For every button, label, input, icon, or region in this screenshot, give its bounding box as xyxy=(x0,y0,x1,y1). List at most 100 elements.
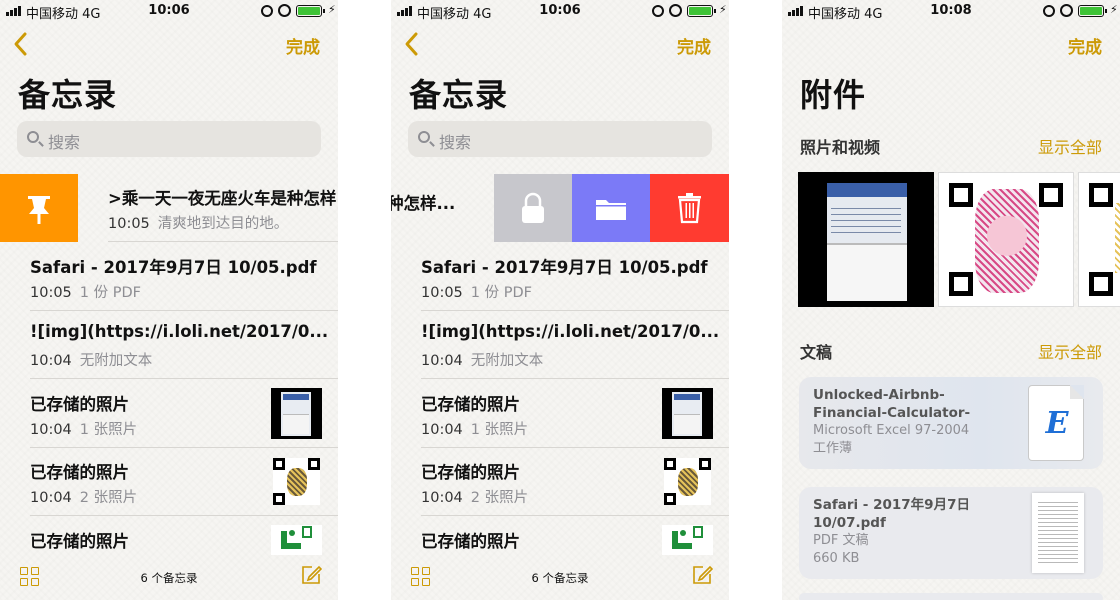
seat-icon-thumbnail xyxy=(271,525,322,555)
notes-list-screen: 中国移动 4G 10:06 ⚡ 完成 备忘录 搜索 >乘一天一夜无座火车是种怎样… xyxy=(0,0,338,600)
photo-thumbnail[interactable] xyxy=(798,172,934,307)
search-placeholder: 搜索 xyxy=(48,133,81,152)
note-time: 10:05 xyxy=(30,285,72,301)
note-time: 10:04 xyxy=(421,353,463,369)
photo-thumbnail[interactable] xyxy=(1078,172,1120,307)
list-item-note[interactable]: 已存储的照片 10:04 2 张照片 xyxy=(391,448,729,516)
notes-swipe-actions-screen: 中国移动 4G 10:06 ⚡ 完成 备忘录 搜索 种怎样... Safari … xyxy=(391,0,729,600)
note-time: 10:05 xyxy=(421,285,463,301)
compose-icon[interactable] xyxy=(691,564,713,586)
seat-icon xyxy=(281,526,312,549)
lock-button[interactable] xyxy=(494,174,572,242)
note-desc: 1 张照片 xyxy=(470,422,529,438)
delete-button[interactable] xyxy=(650,174,729,242)
note-title: 已存储的照片 xyxy=(30,463,129,482)
document-type-secondary: 工作薄 xyxy=(813,441,853,456)
note-title: Safari - 2017年9月7日 10/05.pdf xyxy=(421,258,708,277)
divider xyxy=(421,378,729,379)
status-bar: 中国移动 4G 10:06 ⚡ xyxy=(0,0,338,22)
note-desc: 无附加文本 xyxy=(79,353,153,369)
note-time: 10:04 xyxy=(30,490,72,506)
list-item-note[interactable]: 已存储的照片 10:04 1 张照片 xyxy=(0,380,338,448)
note-desc: 2 张照片 xyxy=(79,490,138,506)
list-item-note[interactable]: Safari - 2017年9月7日 10/05.pdf 10:05 1 份 PD… xyxy=(0,243,338,311)
note-title: 已存储的照片 xyxy=(421,463,520,482)
alarm-icon xyxy=(1060,4,1073,17)
note-title: >乘一天一夜无座火车是种怎样... xyxy=(108,189,338,208)
seat-icon xyxy=(672,526,703,549)
orientation-lock-icon xyxy=(261,5,273,17)
document-card[interactable]: Safari - 2017年9月7日 10/07.pdf PDF 文稿 660 … xyxy=(799,487,1103,579)
document-name: Unlocked-Airbnb-Financial-Calculator- xyxy=(813,387,971,421)
photos-show-all-link[interactable]: 显示全部 xyxy=(1038,134,1102,158)
qr-art-thumbnail xyxy=(273,458,320,505)
list-item-note[interactable]: 已存储的照片 10:04 2 张照片 xyxy=(0,448,338,516)
divider xyxy=(30,378,338,379)
pin-button[interactable] xyxy=(0,174,78,242)
orientation-lock-icon xyxy=(1043,5,1055,17)
search-icon xyxy=(418,131,430,143)
page-title: 备忘录 xyxy=(409,76,509,114)
document-card-partial xyxy=(799,593,1103,600)
alarm-icon xyxy=(278,4,291,17)
note-time: 10:04 xyxy=(30,353,72,369)
pin-icon xyxy=(28,196,50,224)
attachments-screen: 中国移动 4G 10:08 ⚡ 完成 附件 照片和视频 显示全部 文稿 显示全部… xyxy=(782,0,1120,600)
done-button[interactable]: 完成 xyxy=(1068,33,1102,58)
bolt-icon: ⚡ xyxy=(719,3,727,16)
boarding-card-thumbnail xyxy=(271,388,322,439)
pdf-preview-thumbnail xyxy=(1032,493,1084,573)
bolt-icon: ⚡ xyxy=(1110,3,1118,16)
note-title: 已存储的照片 xyxy=(30,395,129,414)
docs-show-all-link[interactable]: 显示全部 xyxy=(1038,339,1102,363)
status-bar: 中国移动 4G 10:08 ⚡ xyxy=(782,0,1120,22)
status-bar: 中国移动 4G 10:06 ⚡ xyxy=(391,0,729,22)
note-time: 10:04 xyxy=(421,422,463,438)
note-desc: 无附加文本 xyxy=(470,353,544,369)
divider xyxy=(30,515,338,516)
bolt-icon: ⚡ xyxy=(328,3,336,16)
move-folder-button[interactable] xyxy=(572,174,650,242)
note-desc: 2 张照片 xyxy=(470,490,529,506)
note-desc: 1 份 PDF xyxy=(79,285,141,301)
note-time: 10:04 xyxy=(421,490,463,506)
list-item-note[interactable]: ![img](https://i.loli.net/2017/0... 10:0… xyxy=(391,311,729,379)
document-type: Microsoft Excel 97-2004 xyxy=(813,423,970,438)
alarm-icon xyxy=(669,4,682,17)
back-chevron-icon[interactable] xyxy=(10,30,32,58)
divider xyxy=(421,515,729,516)
done-button[interactable]: 完成 xyxy=(286,33,320,58)
folder-icon xyxy=(596,200,626,220)
list-item-note[interactable]: ![img](https://i.loli.net/2017/0... 10:0… xyxy=(0,311,338,379)
document-card[interactable]: Unlocked-Airbnb-Financial-Calculator- Mi… xyxy=(799,377,1103,469)
back-chevron-icon[interactable] xyxy=(401,30,423,58)
note-title: 已存储的照片 xyxy=(30,532,129,551)
bottom-toolbar: 6 个备忘录 xyxy=(0,558,338,600)
search-input[interactable]: 搜索 xyxy=(17,121,321,157)
note-title: 已存储的照片 xyxy=(421,532,520,551)
done-button[interactable]: 完成 xyxy=(677,33,711,58)
photos-section-title: 照片和视频 xyxy=(800,138,881,157)
page-title: 备忘录 xyxy=(18,76,118,114)
note-desc: 1 张照片 xyxy=(79,422,138,438)
list-item-note[interactable]: Safari - 2017年9月7日 10/05.pdf 10:05 1 份 PD… xyxy=(391,243,729,311)
note-title: ![img](https://i.loli.net/2017/0... xyxy=(421,322,720,341)
divider xyxy=(108,241,338,242)
excel-letter: E xyxy=(1045,406,1069,441)
document-name: Safari - 2017年9月7日 10/07.pdf xyxy=(813,497,970,531)
compose-icon[interactable] xyxy=(300,564,322,586)
photo-thumbnail[interactable] xyxy=(938,172,1074,307)
note-title: 种怎样... xyxy=(391,194,456,213)
note-desc: 1 份 PDF xyxy=(470,285,532,301)
list-item-swiped-note[interactable]: 种怎样... xyxy=(391,174,494,242)
search-input[interactable]: 搜索 xyxy=(408,121,712,157)
orientation-lock-icon xyxy=(652,5,664,17)
docs-section-title: 文稿 xyxy=(800,343,833,362)
excel-file-icon: E xyxy=(1028,385,1084,461)
list-item-pinned-note[interactable]: >乘一天一夜无座火车是种怎样... 10:05 清爽地到达目的地。 xyxy=(78,174,338,242)
battery-icon xyxy=(1078,5,1107,17)
note-count: 6 个备忘录 xyxy=(140,571,198,585)
boarding-card-thumbnail xyxy=(662,388,713,439)
page-title: 附件 xyxy=(800,76,867,114)
list-item-note[interactable]: 已存储的照片 10:04 1 张照片 xyxy=(391,380,729,448)
